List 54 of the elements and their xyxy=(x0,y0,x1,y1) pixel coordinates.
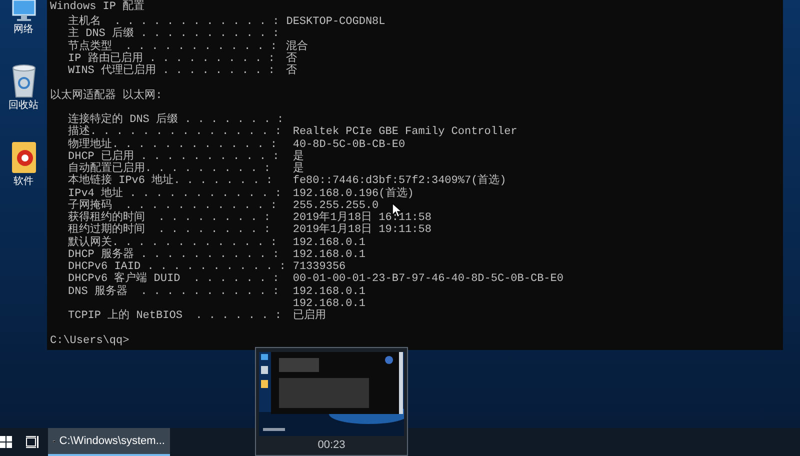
console-value: 2019年1月18日 19:11:58 xyxy=(292,224,432,236)
console-prompt: C:\Users\qq> xyxy=(50,334,130,347)
console-value: DESKTOP-COGDN8L xyxy=(286,16,386,28)
console-label: WINS 代理已启用 . . . . . . . . : xyxy=(68,65,275,77)
console-label: 本地链接 IPv6 地址. . . . . . . : xyxy=(68,175,273,188)
windows-logo-icon[interactable] xyxy=(0,436,12,448)
console-value: 192.168.0.1 xyxy=(292,298,366,310)
video-timestamp: 00:23 xyxy=(318,438,346,452)
console-value: 是 xyxy=(292,163,304,175)
console-value: 已启用 xyxy=(292,310,326,322)
console-label: DNS 服务器 . . . . . . . . . . : xyxy=(68,286,280,298)
console-label: TCPIP 上的 NetBIOS . . . . . . : xyxy=(68,310,282,322)
console-value: Realtek PCIe GBE Family Controller xyxy=(292,126,518,138)
console-value: 192.168.0.196(首选) xyxy=(292,188,414,200)
console-label: DHCP 服务器 . . . . . . . . . . : xyxy=(68,248,280,261)
console-label: IPv4 地址 . . . . . . . . . . . : xyxy=(68,188,282,200)
desktop-icon-label[interactable]: 回收站 xyxy=(8,100,38,112)
console-line: 以太网适配器 以太网: xyxy=(50,90,164,102)
console-value: 40-8D-5C-0B-CB-E0 xyxy=(292,138,406,150)
console-line: Windows IP 配置 xyxy=(50,0,146,14)
console-label: 连接特定的 DNS 后缀 . . . . . . . : xyxy=(68,114,284,126)
console-value: 否 xyxy=(286,52,298,65)
monitor-icon xyxy=(10,0,36,22)
console-value: 00-01-00-01-23-B7-97-46-40-8D-5C-0B-CB-E0 xyxy=(292,273,564,286)
console-label: IP 路由已启用 . . . . . . . . . : xyxy=(68,52,275,65)
folder-icon xyxy=(10,140,36,174)
console-label: 主机名 . . . . . . . . . . . . : xyxy=(68,16,280,28)
taskbar-button[interactable]: C:\Windows\system... xyxy=(48,428,170,456)
console-label: 子网掩码 . . . . . . . . . . . : xyxy=(68,200,278,212)
desktop-icon-label[interactable]: 软件 xyxy=(14,176,34,188)
console-label: 物理地址. . . . . . . . . . . . : xyxy=(68,138,278,150)
console-value: 192.168.0.1 xyxy=(292,236,366,248)
console-label: 获得租约的时间 . . . . . . . . : xyxy=(68,212,270,224)
console-value: 2019年1月18日 16:11:58 xyxy=(292,212,432,224)
console-label: 自动配置已启用. . . . . . . . . : xyxy=(68,163,270,175)
task-view-icon[interactable] xyxy=(26,436,40,448)
recycle-bin-icon xyxy=(10,64,38,98)
console-label: DHCPv6 客户端 DUID . . . . . . : xyxy=(68,273,280,286)
console-value: 255.255.255.0 xyxy=(292,200,379,212)
console-label: 默认网关. . . . . . . . . . . . : xyxy=(68,236,278,248)
console-label: 主 DNS 后缀 . . . . . . . . . . : xyxy=(68,28,280,40)
console-value: fe80::7446:d3bf:57f2:3409%7(首选) xyxy=(292,175,506,188)
console-label: 租约过期的时间 . . . . . . . . : xyxy=(68,224,270,236)
console-label: 节点类型 . . . . . . . . . . . : xyxy=(68,40,278,52)
console-value: 混合 xyxy=(286,40,308,52)
console-label: 描述. . . . . . . . . . . . . . : xyxy=(68,126,282,138)
console-value: 否 xyxy=(286,65,298,77)
console-value: 192.168.0.1 xyxy=(292,248,366,261)
console-label: DHCP 已启用 . . . . . . . . . . : xyxy=(68,150,280,163)
console-value: 是 xyxy=(292,150,304,163)
desktop-icon-label[interactable]: 网络 xyxy=(14,24,34,36)
console-value: 71339356 xyxy=(292,261,346,273)
console-label: DHCPv6 IAID . . . . . . . . . . : xyxy=(68,261,286,273)
console-value: 192.168.0.1 xyxy=(292,286,366,298)
